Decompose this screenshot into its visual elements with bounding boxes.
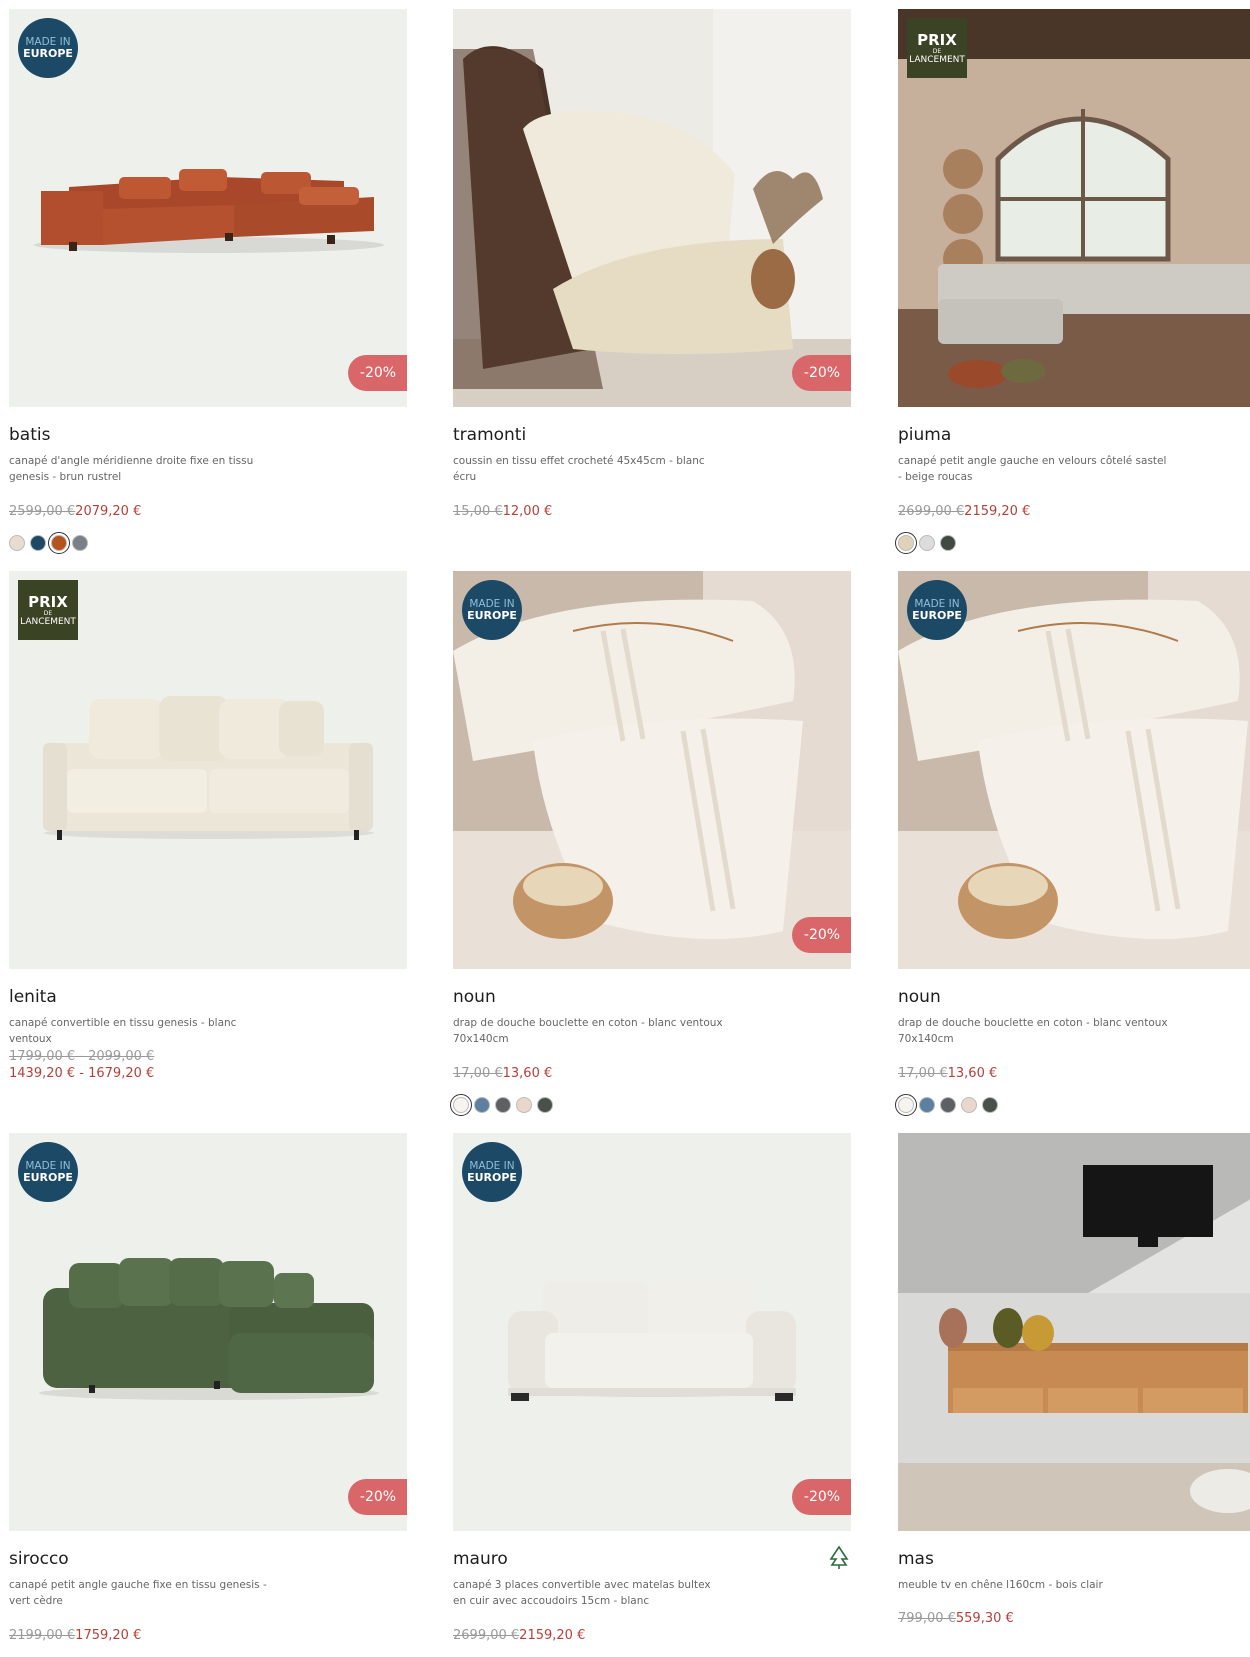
old-price: 2599,00 € (9, 504, 76, 519)
swatch-light-grey[interactable] (919, 535, 935, 551)
new-price: 13,60 € (502, 1066, 553, 1081)
old-price: 15,00 € (453, 504, 503, 519)
cushion-chair-image (453, 9, 851, 407)
swatch-beige[interactable] (9, 535, 25, 551)
discount-badge: -20% (792, 355, 851, 391)
swatch-grey[interactable] (940, 1097, 956, 1113)
color-swatches (895, 1094, 998, 1116)
swatch-green[interactable] (982, 1097, 998, 1113)
new-price: 1439,20 € - 1679,20 € (9, 1066, 155, 1081)
swatch-rust[interactable] (48, 532, 70, 554)
swatch-blue[interactable] (919, 1097, 935, 1113)
product-image[interactable] (898, 1133, 1250, 1531)
made-in-europe-badge: MADE IN EUROPE (18, 1142, 78, 1202)
product-name[interactable]: lenita (9, 987, 57, 1007)
price-block: 2599,00 €2079,20 € (9, 503, 141, 520)
price-block: 2699,00 €2159,20 € (898, 503, 1030, 520)
product-image[interactable]: MADE IN EUROPE -20% (453, 571, 851, 969)
product-description: canapé convertible en tissu genesis - bl… (9, 1017, 237, 1045)
new-price: 559,30 € (955, 1611, 1014, 1626)
color-swatches (895, 532, 956, 554)
price-block: 2199,00 €1759,20 € (9, 1627, 141, 1644)
fsc-tree-icon (829, 1545, 849, 1569)
price-block: 17,00 €13,60 € (453, 1065, 552, 1082)
product-description: canapé 3 places convertible avec matelas… (453, 1579, 711, 1607)
product-image[interactable]: MADE IN EUROPE -20% (9, 9, 407, 407)
product-name[interactable]: piuma (898, 425, 951, 445)
product-name[interactable]: noun (898, 987, 941, 1007)
old-price: 2699,00 € (898, 504, 965, 519)
product-description: drap de douche bouclette en coton - blan… (453, 1017, 723, 1045)
old-price: 2199,00 € (9, 1628, 76, 1643)
product-description: meuble tv en chêne l160cm - bois clair (898, 1579, 1103, 1591)
product-name[interactable]: sirocco (9, 1549, 69, 1569)
discount-badge: -20% (348, 1479, 407, 1515)
tv-stand-image (898, 1133, 1250, 1531)
new-price: 2159,20 € (964, 504, 1031, 519)
swatch-green[interactable] (537, 1097, 553, 1113)
product-image[interactable]: MADE IN EUROPE -20% (453, 1133, 851, 1531)
price-block: 1799,00 € - 2099,00 € 1439,20 € - 1679,2… (9, 1048, 154, 1082)
product-description: canapé petit angle gauche fixe en tissu … (9, 1579, 267, 1607)
discount-badge: -20% (792, 1479, 851, 1515)
product-card[interactable]: MADE IN EUROPE -20% batis canapé d'angle… (9, 9, 407, 554)
made-in-europe-badge: MADE IN EUROPE (462, 580, 522, 640)
price-block: 17,00 €13,60 € (898, 1065, 997, 1082)
product-image[interactable]: PRIX DE LANCEMENT (898, 9, 1250, 407)
product-image[interactable]: MADE IN EUROPE -20% (9, 1133, 407, 1531)
swatch-blue[interactable] (474, 1097, 490, 1113)
old-price: 17,00 € (898, 1066, 948, 1081)
product-card[interactable]: MADE IN EUROPE -20% mauro canapé 3 place… (453, 1133, 851, 1643)
swatch-pink[interactable] (961, 1097, 977, 1113)
old-price: 17,00 € (453, 1066, 503, 1081)
product-name[interactable]: tramonti (453, 425, 526, 445)
product-image[interactable]: PRIX DE LANCEMENT (9, 571, 407, 969)
color-swatches (450, 1094, 553, 1116)
swatch-pink[interactable] (516, 1097, 532, 1113)
swatch-dark-green[interactable] (940, 535, 956, 551)
product-card[interactable]: MADE IN EUROPE noun drap de douche boucl… (895, 571, 1250, 1116)
product-card[interactable]: MADE IN EUROPE -20% sirocco canapé petit… (9, 1133, 407, 1643)
made-in-europe-badge: MADE IN EUROPE (907, 580, 967, 640)
new-price: 13,60 € (947, 1066, 998, 1081)
product-description: canapé petit angle gauche en velours côt… (898, 455, 1167, 483)
product-image[interactable]: -20% (453, 9, 851, 407)
discount-badge: -20% (792, 917, 851, 953)
product-description: coussin en tissu effet crocheté 45x45cm … (453, 455, 705, 483)
product-description: drap de douche bouclette en coton - blan… (898, 1017, 1168, 1045)
color-swatches (9, 532, 88, 554)
prix-lancement-badge: PRIX DE LANCEMENT (18, 580, 78, 640)
swatch-white[interactable] (895, 1094, 917, 1116)
product-card[interactable]: PRIX DE LANCEMENT lenita canapé converti… (9, 571, 407, 1081)
product-description: canapé d'angle méridienne droite fixe en… (9, 455, 254, 483)
made-in-europe-badge: MADE IN EUROPE (462, 1142, 522, 1202)
product-card[interactable]: PRIX DE LANCEMENT piuma canapé petit ang… (895, 9, 1250, 554)
product-name[interactable]: batis (9, 425, 50, 445)
swatch-beige[interactable] (895, 532, 917, 554)
swatch-white[interactable] (450, 1094, 472, 1116)
price-block: 15,00 €12,00 € (453, 503, 552, 520)
old-price: 2699,00 € (453, 1628, 520, 1643)
discount-badge: -20% (348, 355, 407, 391)
new-price: 1759,20 € (75, 1628, 142, 1643)
product-card[interactable]: mas meuble tv en chêne l160cm - bois cla… (898, 1133, 1250, 1626)
made-in-europe-badge: MADE IN EUROPE (18, 18, 78, 78)
old-price: 1799,00 € - 2099,00 € (9, 1049, 155, 1064)
swatch-grey[interactable] (72, 535, 88, 551)
product-card[interactable]: -20% tramonti coussin en tissu effet cro… (453, 9, 851, 519)
new-price: 2079,20 € (75, 504, 142, 519)
swatch-blue[interactable] (30, 535, 46, 551)
product-name[interactable]: mauro (453, 1549, 508, 1569)
price-block: 2699,00 €2159,20 € (453, 1627, 585, 1644)
price-block: 799,00 €559,30 € (898, 1610, 1014, 1627)
swatch-grey[interactable] (495, 1097, 511, 1113)
product-name[interactable]: noun (453, 987, 496, 1007)
prix-lancement-badge: PRIX DE LANCEMENT (907, 18, 967, 78)
product-name[interactable]: mas (898, 1549, 934, 1569)
old-price: 799,00 € (898, 1611, 956, 1626)
product-card[interactable]: MADE IN EUROPE -20% noun drap de douche … (450, 571, 851, 1116)
product-image[interactable]: MADE IN EUROPE (898, 571, 1250, 969)
new-price: 12,00 € (502, 504, 553, 519)
new-price: 2159,20 € (519, 1628, 586, 1643)
